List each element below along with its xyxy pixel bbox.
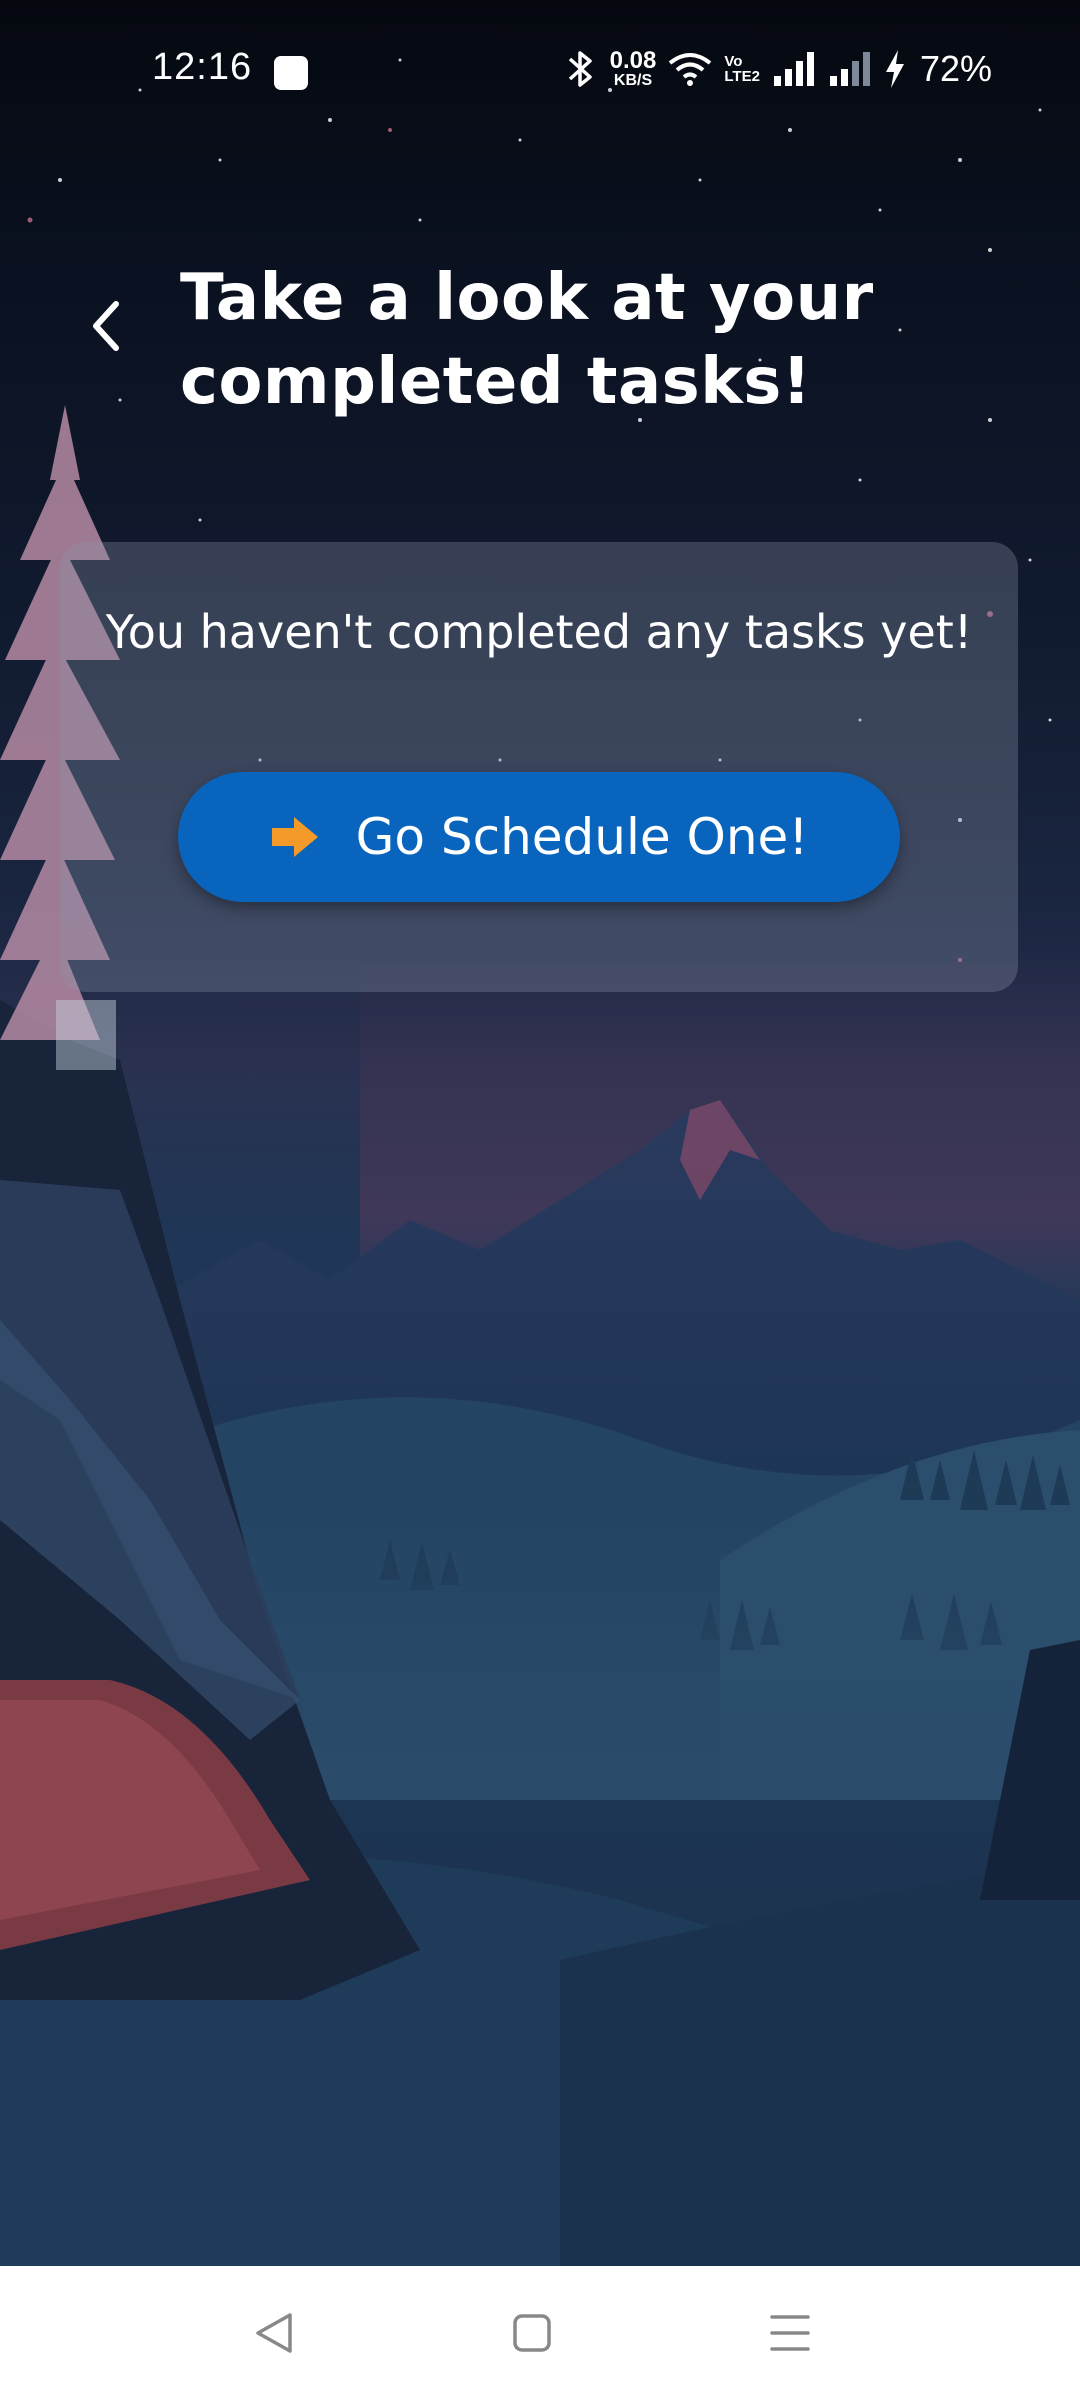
signal-strength-icon [773,52,814,86]
volte-indicator: Vo LTE2 [724,54,760,84]
nav-recents-icon [770,2315,810,2351]
signal-strength-sim2-icon [829,52,870,86]
bluetooth-icon [568,51,592,87]
nav-back-button[interactable] [234,2296,314,2370]
volte-top: Vo [724,53,743,70]
go-schedule-button[interactable]: Go Schedule One! [178,772,900,902]
status-icons: 0.08 KB/S Vo LTE2 72% [564,48,992,90]
nav-home-button[interactable] [492,2296,572,2370]
nav-recents-button[interactable] [750,2296,830,2370]
network-speed-value: 0.08 [609,47,657,74]
charging-icon [885,50,904,88]
wifi-icon [669,53,712,86]
volte-bottom: LTE2 [724,68,760,85]
status-bar: 12:16 0.08 KB/S Vo LTE2 72% [0,0,1080,140]
network-speed-unit: KB/S [613,72,653,89]
empty-state-message: You haven't completed any tasks yet! [105,605,973,659]
nav-back-icon [256,2313,292,2353]
back-icon [93,301,119,351]
screen: 12:16 0.08 KB/S Vo LTE2 72% Take a look … [0,0,1080,2400]
notification-icon [274,56,308,90]
network-speed: 0.08 KB/S [610,49,657,89]
empty-state-card: You haven't completed any tasks yet! Go … [60,542,1018,992]
back-button[interactable] [76,290,136,362]
status-time: 12:16 [152,46,253,88]
battery-percentage: 72% [919,48,992,89]
nav-home-icon [513,2314,551,2352]
arrow-right-icon [271,817,318,857]
system-navigation-bar [0,2266,1080,2400]
page-title: Take a look at your completed tasks! [180,261,874,419]
go-schedule-label: Go Schedule One! [355,808,809,866]
